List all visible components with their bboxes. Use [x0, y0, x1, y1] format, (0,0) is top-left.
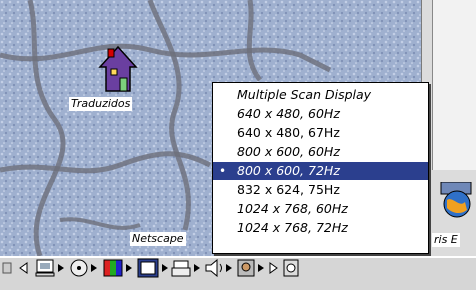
- file-sharing-icon[interactable]: [237, 259, 264, 277]
- control-strip-modules: [2, 258, 299, 278]
- strip-collapse-box[interactable]: [2, 262, 12, 274]
- color-depth-icon[interactable]: [103, 259, 132, 277]
- computer-icon[interactable]: [35, 259, 64, 277]
- desktop-icon-traduzidos[interactable]: Traduzidos: [69, 45, 170, 115]
- cd-icon[interactable]: [70, 259, 97, 277]
- desktop-icon-label-netscape[interactable]: Netscape: [130, 232, 186, 246]
- menu-item-800x600-60[interactable]: 800 x 600, 60Hz: [213, 143, 428, 161]
- strip-scroll-right-icon[interactable]: [269, 262, 278, 274]
- menu-item-640x480-67[interactable]: 640 x 480, 67Hz: [213, 124, 428, 142]
- strip-scroll-left-icon[interactable]: [19, 262, 28, 274]
- resolution-popup-menu: Multiple Scan Display 640 x 480, 60Hz 64…: [212, 82, 429, 254]
- globe-icon[interactable]: [437, 181, 473, 222]
- selected-bullet: •: [219, 164, 227, 178]
- resolution-icon[interactable]: [137, 258, 168, 278]
- menu-item-800x600-72[interactable]: • 800 x 600, 72Hz: [213, 162, 428, 180]
- menu-item-multiple-scan[interactable]: Multiple Scan Display: [213, 86, 428, 104]
- desktop-icon-label-ris[interactable]: ris E: [432, 233, 460, 247]
- speaker-icon[interactable]: [283, 259, 299, 277]
- house-icon: [98, 45, 138, 92]
- sound-icon[interactable]: [205, 258, 232, 278]
- menu-item-1024x768-72[interactable]: 1024 x 768, 72Hz: [213, 219, 428, 237]
- printer-icon[interactable]: [171, 260, 200, 277]
- menu-item-640x480-60[interactable]: 640 x 480, 60Hz: [213, 105, 428, 123]
- desktop-icon-label: Traduzidos: [69, 97, 133, 111]
- menu-item-832x624-75[interactable]: 832 x 624, 75Hz: [213, 181, 428, 199]
- menu-item-1024x768-60[interactable]: 1024 x 768, 60Hz: [213, 200, 428, 218]
